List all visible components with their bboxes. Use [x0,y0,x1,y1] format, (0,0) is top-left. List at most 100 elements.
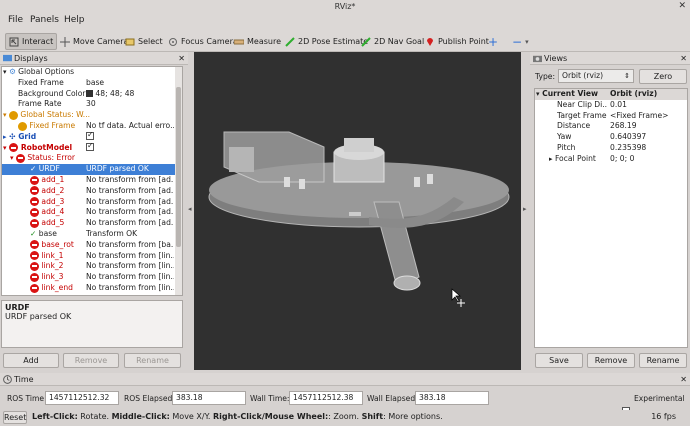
experimental-label: Experimental [634,394,685,403]
tree-row-key: RobotModel [20,142,73,152]
close-icon[interactable]: ✕ [178,52,185,65]
tree-row-add-4[interactable]: add_4 No transform from [ad... [2,207,182,218]
error-icon [30,251,39,261]
tree-row-value[interactable]: <Fixed Frame> [610,111,687,122]
tree-row-current-view[interactable]: Current View Orbit (rviz) [535,89,687,100]
tree-row-add-5[interactable]: add_5 No transform from [ad... [2,218,182,229]
tree-row-key: add_1 [41,175,65,184]
tree-row-fixed-frame[interactable]: Fixed Frame base [2,78,182,89]
publish-point-tool-button[interactable]: Publish Point [421,33,493,50]
tree-row-value[interactable]: 30 [86,99,174,110]
wall-time-label: Wall Time: [250,394,290,403]
tree-row-key: Yaw [557,132,572,142]
collapse-arrow-icon[interactable] [3,143,7,152]
view-type-select[interactable]: Orbit (rviz) ⇕ [558,69,634,83]
remove-display-button[interactable]: Remove [63,353,119,368]
scrollbar-thumb[interactable] [176,87,181,247]
tree-row-value[interactable]: 0; 0; 0 [610,154,687,165]
expand-arrow-icon[interactable] [549,154,553,163]
tree-row-pitch[interactable]: Pitch 0.235398 [535,143,687,154]
collapse-arrow-icon[interactable] [10,153,14,162]
select-icon [125,38,135,45]
tree-row-distance[interactable]: Distance 268.19 [535,121,687,132]
standoff [299,179,305,189]
check-icon: ✓ [30,164,37,174]
tree-row-value: No transform from [lin... [86,283,174,292]
status-hint: Left-Click: Rotate. Middle-Click: Move X… [32,412,443,421]
color-swatch [86,90,93,98]
measure-tool-button[interactable]: Measure [230,33,285,50]
menu-panels[interactable]: Panels [30,15,59,25]
tree-row-value: No transform from [lin... [86,250,174,260]
tree-row-value[interactable]: base [86,78,174,89]
remove-tool-button[interactable]: − ▾ [508,33,533,50]
save-view-button[interactable]: Save [535,353,583,368]
error-icon [30,272,39,282]
rename-view-button[interactable]: Rename [639,353,687,368]
displays-scrollbar[interactable] [175,67,182,295]
tree-row-grid[interactable]: ✣ Grid [2,131,182,143]
tree-row-link-end[interactable]: link_end No transform from [lin... [2,283,182,294]
tree-row-global-status[interactable]: Global Status: W... [2,110,182,121]
tree-row-target-frame[interactable]: Target Frame <Fixed Frame> [535,111,687,122]
select-tool-button[interactable]: Select [121,33,167,50]
tree-row-add-3[interactable]: add_3 No transform from [ad... [2,197,182,208]
close-icon[interactable]: ✕ [680,373,687,386]
views-panel: Views ✕ Type: Orbit (rviz) ⇕ Zero Curren… [530,52,690,372]
collapse-right-arrow-icon[interactable]: ▸ [523,205,527,213]
grid-checkbox[interactable] [86,131,94,141]
wall-elapsed-field[interactable]: 383.18 [415,391,489,405]
nav-goal-tool-button[interactable]: 2D Nav Goal [357,33,428,50]
tree-row-value: Orbit (rviz) [610,89,658,98]
menu-file[interactable]: File [8,15,23,25]
expand-arrow-icon[interactable] [3,132,7,141]
tree-row-value[interactable]: 48; 48; 48 [86,89,174,100]
tree-row-urdf-selected[interactable]: ✓ URDF URDF parsed OK [2,164,182,175]
tree-row-link-1[interactable]: link_1 No transform from [lin... [2,251,182,262]
tree-row-robotmodel[interactable]: RobotModel [2,142,182,154]
tree-row-key: Frame Rate [18,99,62,109]
tree-row-near-clip[interactable]: Near Clip Di... 0.01 [535,100,687,111]
tree-row-status-error[interactable]: Status: Error [2,153,182,164]
collapse-arrow-icon[interactable] [3,110,7,119]
zero-view-button[interactable]: Zero [639,69,687,84]
tree-row-focal-point[interactable]: Focal Point 0; 0; 0 [535,154,687,165]
tree-row-value: No transform from [ad... [86,175,174,184]
tree-row-base-rot[interactable]: base_rot No transform from [ba... [2,240,182,251]
select-label: Select [138,37,163,46]
tree-row-add-1[interactable]: add_1 No transform from [ad... [2,175,182,186]
tree-row-value[interactable]: 268.19 [610,121,687,132]
tree-row-link-2[interactable]: link_2 No transform from [lin... [2,261,182,272]
rename-display-button[interactable]: Rename [124,353,181,368]
tree-row-key: URDF [38,164,60,174]
menu-help[interactable]: Help [64,15,85,25]
interact-tool-button[interactable]: Interact [5,33,58,50]
render-viewport[interactable] [194,52,521,370]
ros-elapsed-field[interactable]: 383.18 [172,391,246,405]
tree-row-value[interactable]: 0.640397 [610,132,687,143]
tree-row-add-2[interactable]: add_2 No transform from [ad... [2,186,182,197]
tree-row-fixed-frame-status[interactable]: Fixed Frame No tf data. Actual erro... [2,121,182,132]
robotmodel-checkbox[interactable] [86,142,94,151]
tree-row-link-3[interactable]: link_3 No transform from [lin... [2,272,182,283]
tree-row-key: add_2 [41,185,65,195]
tree-row-value[interactable]: 0.01 [610,100,687,111]
tree-row-key: link_2 [41,261,64,271]
tree-row-background-color[interactable]: Background Color 48; 48; 48 [2,89,182,100]
wall-time-field[interactable]: 1457112512.38 [289,391,363,405]
close-icon[interactable]: ✕ [680,52,687,65]
close-icon[interactable]: ✕ [678,0,686,13]
collapse-arrow-icon[interactable] [3,67,7,76]
ros-time-field[interactable]: 1457112512.32 [45,391,119,405]
add-tool-button[interactable]: + [484,33,502,50]
tree-row-yaw[interactable]: Yaw 0.640397 [535,132,687,143]
tree-row-base[interactable]: ✓ base Transform OK [2,229,182,240]
add-display-button[interactable]: Add [3,353,59,368]
tree-row-frame-rate[interactable]: Frame Rate 30 [2,99,182,110]
collapse-arrow-icon[interactable] [536,89,540,98]
remove-view-button[interactable]: Remove [587,353,635,368]
tree-row-value[interactable]: 0.235398 [610,143,687,154]
collapse-left-arrow-icon[interactable]: ◂ [188,205,192,213]
tree-row-global-options[interactable]: ⚙ Global Options [2,67,182,78]
reset-button[interactable]: Reset [3,411,27,424]
